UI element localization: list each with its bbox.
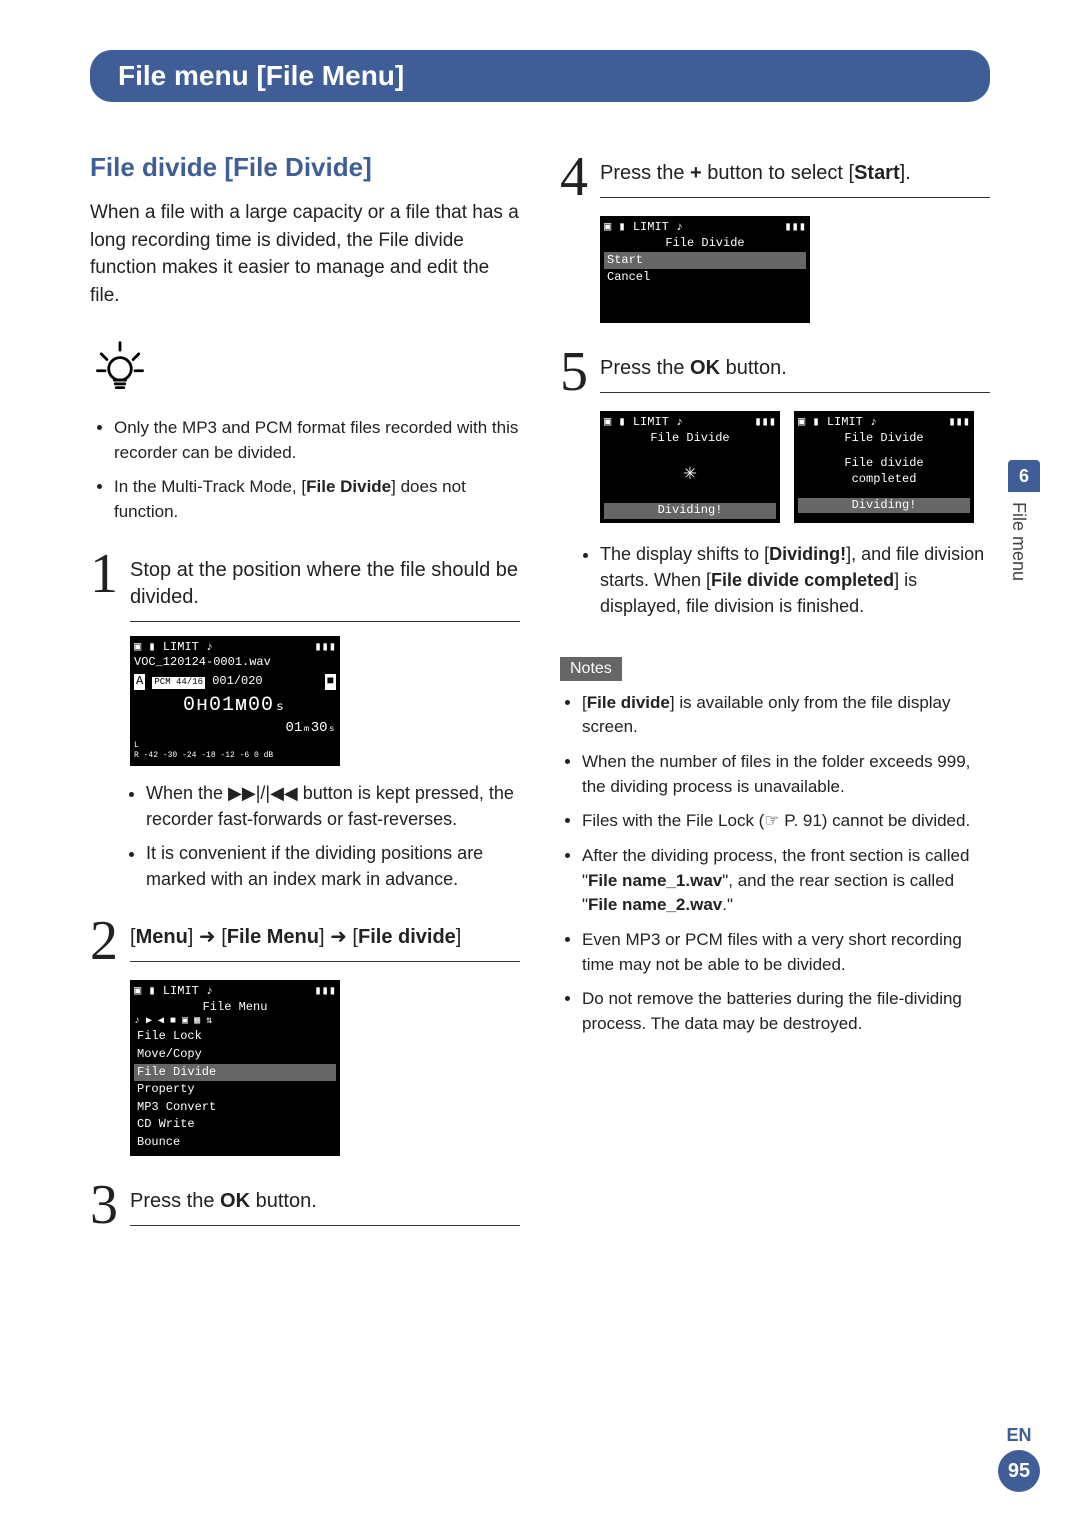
lcd-filename: VOC_120124-0001.wav	[134, 655, 336, 671]
lcd-menu-item: Move/Copy	[134, 1046, 336, 1064]
lcd-total-time: 01ₘ30ₛ	[134, 719, 336, 737]
lcd-playback-mode: A	[134, 674, 145, 690]
lcd-status-text: Dividing!	[798, 498, 970, 514]
notes-label: Notes	[560, 657, 622, 681]
intro-paragraph: When a file with a large capacity or a f…	[90, 199, 520, 309]
step-number: 4	[560, 152, 588, 202]
lcd-menu-item: CD Write	[134, 1116, 336, 1134]
chapter-number: 6	[1008, 460, 1040, 492]
lcd-level-meter: LR -42 -30 -24 -18 -12 -6 0 dB	[134, 741, 336, 762]
note-item: [File divide] is available only from the…	[582, 691, 990, 740]
note-item: When the number of files in the folder e…	[582, 750, 990, 799]
step-text: Press the + button to select [Start].	[600, 160, 990, 187]
step-2: 2 [Menu] ➜ [File Menu] ➜ [File divide]	[90, 916, 520, 966]
step-subnote: The display shifts to [Dividing!], and f…	[600, 541, 990, 619]
right-column: 4 Press the + button to select [Start]. …	[560, 132, 990, 1236]
step-subnote: It is convenient if the dividing positio…	[146, 840, 520, 892]
step-rule	[600, 392, 990, 393]
step-5: 5 Press the OK button.	[560, 347, 990, 397]
battery-icon: ▮▮▮	[314, 984, 336, 1000]
note-item: Even MP3 or PCM files with a very short …	[582, 928, 990, 977]
lcd-status-icons: ▣ ▮ LIMIT ♪	[134, 640, 213, 656]
lcd-menu-item: MP3 Convert	[134, 1099, 336, 1117]
left-column: File divide [File Divide] When a file wi…	[90, 132, 520, 1236]
lcd-menu-item: Property	[134, 1081, 336, 1099]
step-4: 4 Press the + button to select [Start].	[560, 152, 990, 202]
lcd-menu-title: File Divide	[798, 431, 970, 447]
side-chapter-label: File menu	[1008, 502, 1029, 581]
step1-notes: When the ▶▶|/|◀◀ button is kept pressed,…	[90, 780, 520, 892]
lcd-screen-dividing: ▣ ▮ LIMIT ♪ ▮▮▮ File Divide ✳ Dividing!	[600, 411, 780, 522]
step-number: 5	[560, 347, 588, 397]
battery-icon: ▮▮▮	[314, 640, 336, 656]
lcd-menu-item: Cancel	[604, 269, 806, 287]
lcd-menu-title: File Divide	[604, 431, 776, 447]
lightbulb-icon	[90, 337, 150, 397]
step-number: 2	[90, 916, 118, 966]
lcd-elapsed-time: 0ʜ01ᴍ00ₛ	[134, 693, 336, 719]
step-text: Stop at the position where the file shou…	[130, 557, 520, 611]
tip-item: In the Multi-Track Mode, [File Divide] d…	[114, 475, 520, 524]
step-text: [Menu] ➜ [File Menu] ➜ [File divide]	[130, 924, 520, 951]
page-number: 95	[998, 1450, 1040, 1492]
battery-icon: ▮▮▮	[948, 415, 970, 431]
lcd-screen-filedivide-select: ▣ ▮ LIMIT ♪ ▮▮▮ File Divide StartCancel	[600, 216, 810, 322]
step-number: 1	[90, 549, 118, 599]
battery-icon: ▮▮▮	[784, 220, 806, 236]
step5-notes: The display shifts to [Dividing!], and f…	[560, 541, 990, 619]
lcd-menu-item: File Divide	[134, 1064, 336, 1082]
lcd-status-text: Dividing!	[604, 503, 776, 519]
lcd-menu-title: File Menu	[134, 1000, 336, 1016]
page-banner: File menu [File Menu]	[90, 50, 990, 102]
lcd-tab-icons: ♪ ▶ ◀ ■ ▣ ▦ ⇅	[134, 1015, 212, 1028]
section-title: File divide [File Divide]	[90, 152, 520, 183]
language-label: EN	[998, 1425, 1040, 1446]
lcd-status-icons: ▣ ▮ LIMIT ♪	[798, 415, 877, 431]
tips-list: Only the MP3 and PCM format files record…	[90, 416, 520, 525]
tip-item: Only the MP3 and PCM format files record…	[114, 416, 520, 465]
note-item: Files with the File Lock (☞ P. 91) canno…	[582, 809, 990, 834]
notes-list: [File divide] is available only from the…	[560, 691, 990, 1037]
lcd-status-icons: ▣ ▮ LIMIT ♪	[604, 220, 683, 236]
step-1: 1 Stop at the position where the file sh…	[90, 549, 520, 622]
step-rule	[130, 621, 520, 622]
step-rule	[130, 1225, 520, 1226]
note-item: Do not remove the batteries during the f…	[582, 987, 990, 1036]
lcd-completed-msg: File divide completed	[798, 456, 970, 487]
battery-icon: ▮▮▮	[754, 415, 776, 431]
lcd-menu-title: File Divide	[604, 236, 806, 252]
lcd-index: 001/020	[212, 674, 262, 688]
lcd-status-icons: ▣ ▮ LIMIT ♪	[604, 415, 683, 431]
step-rule	[130, 961, 520, 962]
step-subnote: When the ▶▶|/|◀◀ button is kept pressed,…	[146, 780, 520, 832]
step-text: Press the OK button.	[130, 1188, 520, 1215]
side-tab: 6 File menu	[1008, 460, 1040, 581]
lcd-screen-playback: ▣ ▮ LIMIT ♪ ▮▮▮ VOC_120124-0001.wav A PCM…	[130, 636, 340, 766]
note-item: After the dividing process, the front se…	[582, 844, 990, 918]
lcd-menu-item: File Lock	[134, 1028, 336, 1046]
step-rule	[600, 197, 990, 198]
lcd-screen-filemenu: ▣ ▮ LIMIT ♪ ▮▮▮ File Menu ♪ ▶ ◀ ■ ▣ ▦ ⇅ F…	[130, 980, 340, 1155]
spinner-icon: ✳	[604, 460, 776, 489]
step-text: Press the OK button.	[600, 355, 990, 382]
lcd-format-icon: PCM 44/16	[152, 677, 205, 689]
lcd-menu-item: Start	[604, 252, 806, 270]
lcd-menu-item: Bounce	[134, 1134, 336, 1152]
lcd-screen-divide-completed: ▣ ▮ LIMIT ♪ ▮▮▮ File Divide File divide c…	[794, 411, 974, 522]
page-footer: EN 95	[998, 1425, 1040, 1492]
step-number: 3	[90, 1180, 118, 1230]
step-3: 3 Press the OK button.	[90, 1180, 520, 1230]
lcd-stop-icon: ■	[325, 674, 336, 690]
lcd-status-icons: ▣ ▮ LIMIT ♪	[134, 984, 213, 1000]
